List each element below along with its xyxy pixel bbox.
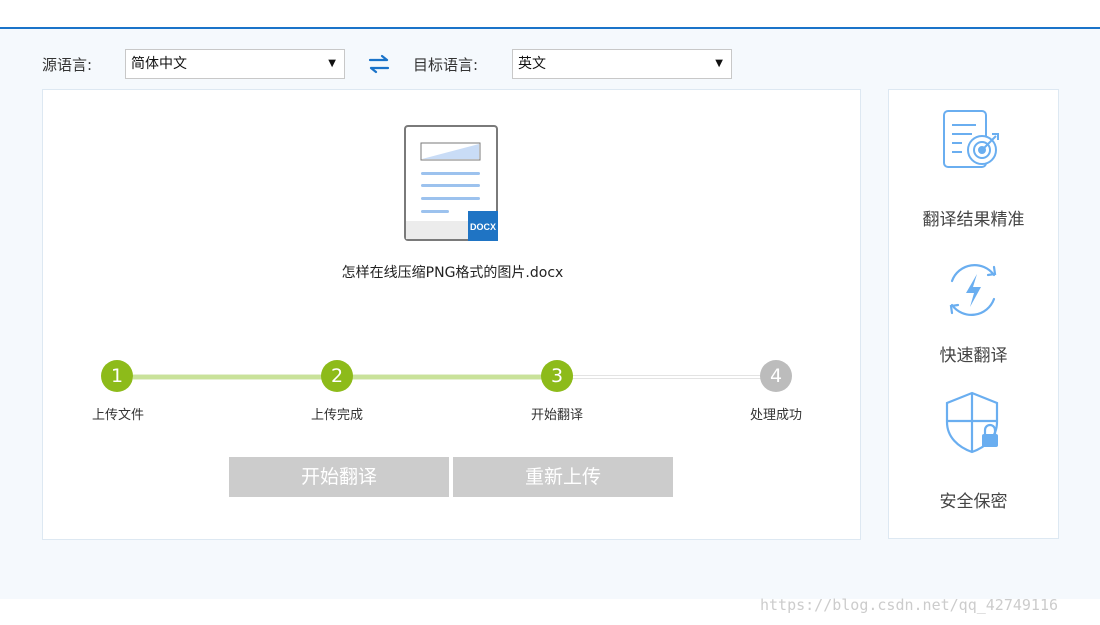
uploaded-file-name: 怎样在线压缩PNG格式的图片.docx [341, 265, 564, 281]
accuracy-target-icon [943, 110, 999, 168]
progress-track-pending [573, 375, 773, 379]
shield-lock-icon [945, 391, 999, 454]
source-language-value: 简体中文 [131, 56, 187, 72]
docx-badge: DOCX [470, 222, 496, 232]
features-panel: 翻译结果精准 快速翻译 安全保密 [888, 89, 1059, 539]
watermark-text: https://blog.csdn.net/qq_42749116 [760, 596, 1059, 614]
lightning-refresh-icon [949, 264, 997, 316]
step-3-circle: 3 [541, 360, 573, 392]
step-4-circle: 4 [760, 360, 792, 392]
dropdown-arrow-icon: ▼ [715, 58, 723, 69]
reupload-button[interactable]: 重新上传 [453, 457, 673, 497]
start-translate-button[interactable]: 开始翻译 [229, 457, 449, 497]
step-3-label: 开始翻译 [530, 408, 583, 423]
docx-file-icon: DOCX [404, 125, 498, 241]
target-language-label: 目标语言: [413, 56, 479, 74]
step-2-circle: 2 [321, 360, 353, 392]
target-language-select[interactable]: 英文 ▼ [512, 49, 732, 79]
upload-panel: DOCX 怎样在线压缩PNG格式的图片.docx 1 2 3 4 上传文件 上传… [42, 89, 861, 540]
feature-speed-label: 快速翻译 [939, 346, 1008, 366]
feature-accuracy-label: 翻译结果精准 [922, 210, 1025, 230]
step-4-label: 处理成功 [749, 408, 802, 423]
swap-languages-icon[interactable] [367, 54, 391, 74]
source-language-label: 源语言: [42, 56, 93, 74]
step-2-label: 上传完成 [310, 408, 363, 423]
feature-security-label: 安全保密 [939, 492, 1008, 512]
top-bar [0, 0, 1100, 27]
source-language-select[interactable]: 简体中文 ▼ [125, 49, 345, 79]
target-language-value: 英文 [518, 56, 546, 72]
step-1-circle: 1 [101, 360, 133, 392]
progress-track-completed [133, 374, 573, 380]
step-1-label: 上传文件 [91, 408, 144, 423]
dropdown-arrow-icon: ▼ [328, 58, 336, 69]
